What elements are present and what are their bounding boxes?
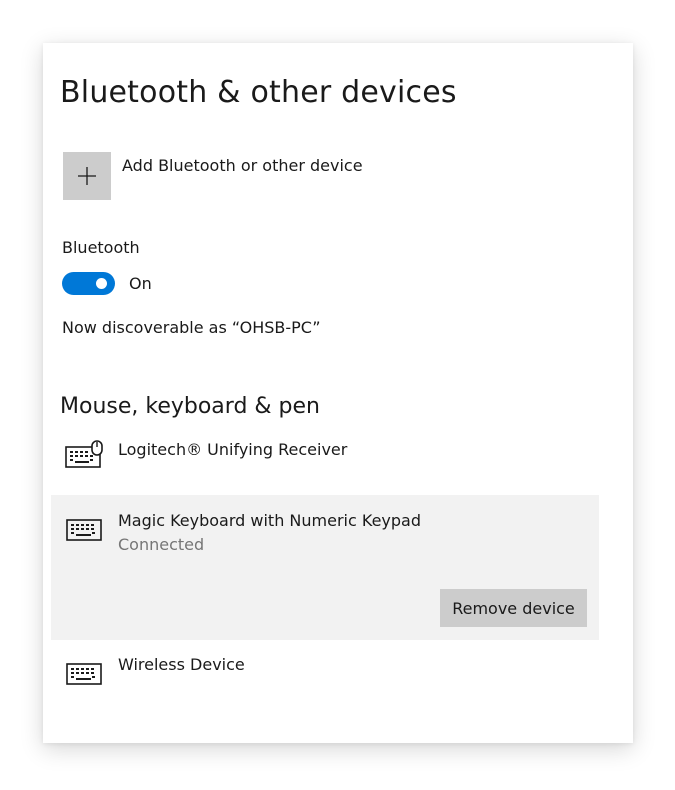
remove-device-button[interactable]: Remove device [440,589,587,627]
keyboard-icon [65,515,105,545]
device-item-magic-keyboard[interactable]: Magic Keyboard with Numeric Keypad Conne… [51,495,599,640]
add-device-button[interactable]: Add Bluetooth or other device [63,152,363,200]
bluetooth-toggle[interactable] [62,272,115,295]
device-name: Logitech® Unifying Receiver [118,440,348,459]
toggle-state-label: On [129,274,152,293]
keyboard-mouse-icon [65,439,105,469]
bluetooth-label: Bluetooth [62,238,140,257]
device-name: Magic Keyboard with Numeric Keypad [118,511,421,530]
discoverable-status: Now discoverable as “OHSB-PC” [62,318,321,337]
device-item-wireless-device[interactable]: Wireless Device [51,646,599,696]
add-device-tile[interactable] [63,152,111,200]
settings-panel: Bluetooth & other devices Add Bluetooth … [43,43,633,743]
plus-icon [78,167,96,185]
keyboard-icon [65,659,105,689]
add-device-label[interactable]: Add Bluetooth or other device [122,156,363,175]
device-name: Wireless Device [118,655,245,674]
page-title: Bluetooth & other devices [60,75,457,110]
device-item-logitech[interactable]: Logitech® Unifying Receiver [51,430,599,480]
toggle-knob [96,278,107,289]
section-title-mouse-keyboard-pen: Mouse, keyboard & pen [60,394,320,419]
canvas: Bluetooth & other devices Add Bluetooth … [0,0,675,790]
bluetooth-toggle-row: On [62,272,152,295]
device-status: Connected [118,535,205,554]
